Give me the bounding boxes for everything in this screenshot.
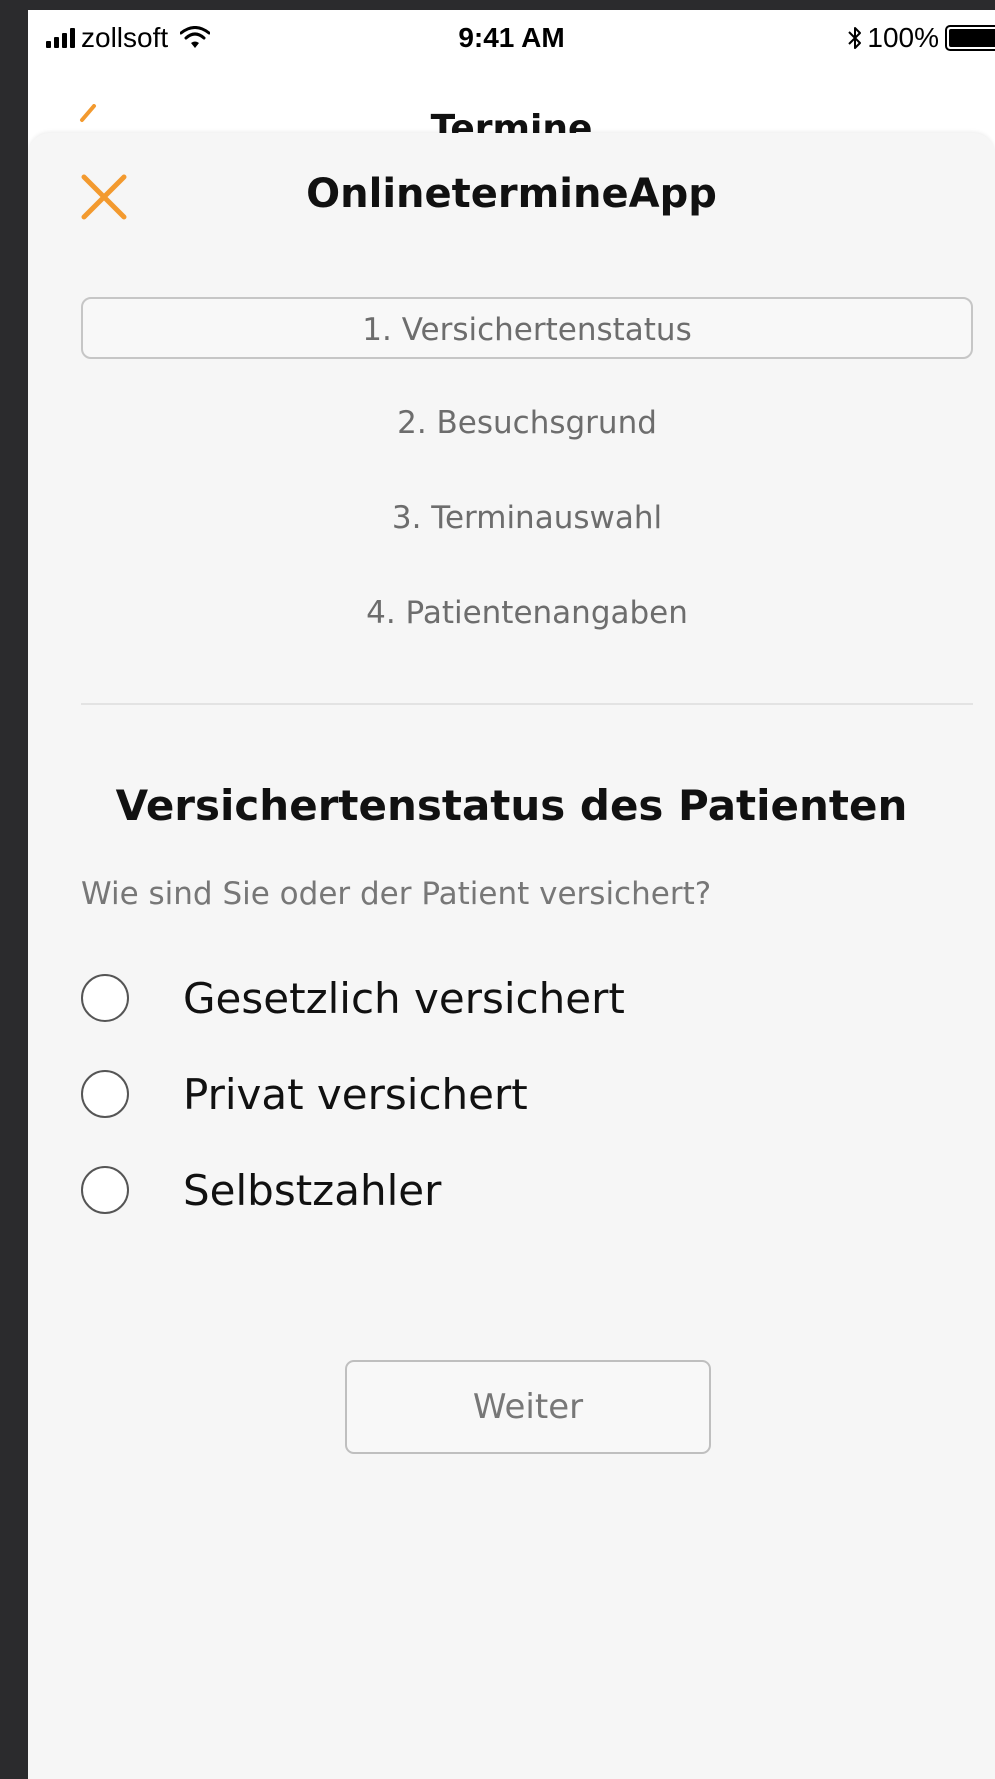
option-selbstzahler[interactable]: Selbstzahler bbox=[81, 1155, 625, 1225]
option-gesetzlich[interactable]: Gesetzlich versichert bbox=[81, 963, 625, 1033]
radio-button[interactable] bbox=[81, 1166, 129, 1214]
sheet-title: OnlinetermineApp bbox=[306, 171, 717, 217]
device-background: zollsoft 9:41 AM 100% Termine Onlineterm… bbox=[0, 0, 995, 1779]
option-privat[interactable]: Privat versichert bbox=[81, 1059, 625, 1129]
question-text: Wie sind Sie oder der Patient versichert… bbox=[81, 876, 712, 912]
step-versichertenstatus[interactable]: 1. Versichertenstatus bbox=[81, 297, 973, 359]
section-heading: Versichertenstatus des Patienten bbox=[115, 781, 908, 830]
step-list: 1. Versichertenstatus 2. Besuchsgrund 3.… bbox=[81, 297, 973, 677]
radio-button[interactable] bbox=[81, 1070, 129, 1118]
option-label: Privat versichert bbox=[183, 1069, 528, 1119]
bluetooth-icon bbox=[848, 27, 862, 49]
next-button[interactable]: Weiter bbox=[345, 1360, 711, 1454]
step-besuchsgrund[interactable]: 2. Besuchsgrund bbox=[81, 392, 973, 454]
phone-screen: zollsoft 9:41 AM 100% Termine Onlineterm… bbox=[28, 10, 995, 1779]
battery-percent: 100% bbox=[867, 22, 939, 53]
option-label: Selbstzahler bbox=[183, 1165, 442, 1215]
status-right: 100% bbox=[847, 22, 995, 54]
radio-button[interactable] bbox=[81, 974, 129, 1022]
status-bar: zollsoft 9:41 AM 100% bbox=[28, 10, 995, 70]
battery-icon bbox=[945, 25, 995, 51]
booking-sheet: OnlinetermineApp 1. Versichertenstatus 2… bbox=[28, 133, 995, 1779]
step-terminauswahl[interactable]: 3. Terminauswahl bbox=[81, 487, 973, 549]
divider bbox=[81, 703, 973, 705]
insurance-options: Gesetzlich versichert Privat versichert … bbox=[81, 963, 625, 1251]
step-patientenangaben[interactable]: 4. Patientenangaben bbox=[81, 582, 973, 644]
option-label: Gesetzlich versichert bbox=[183, 973, 625, 1023]
